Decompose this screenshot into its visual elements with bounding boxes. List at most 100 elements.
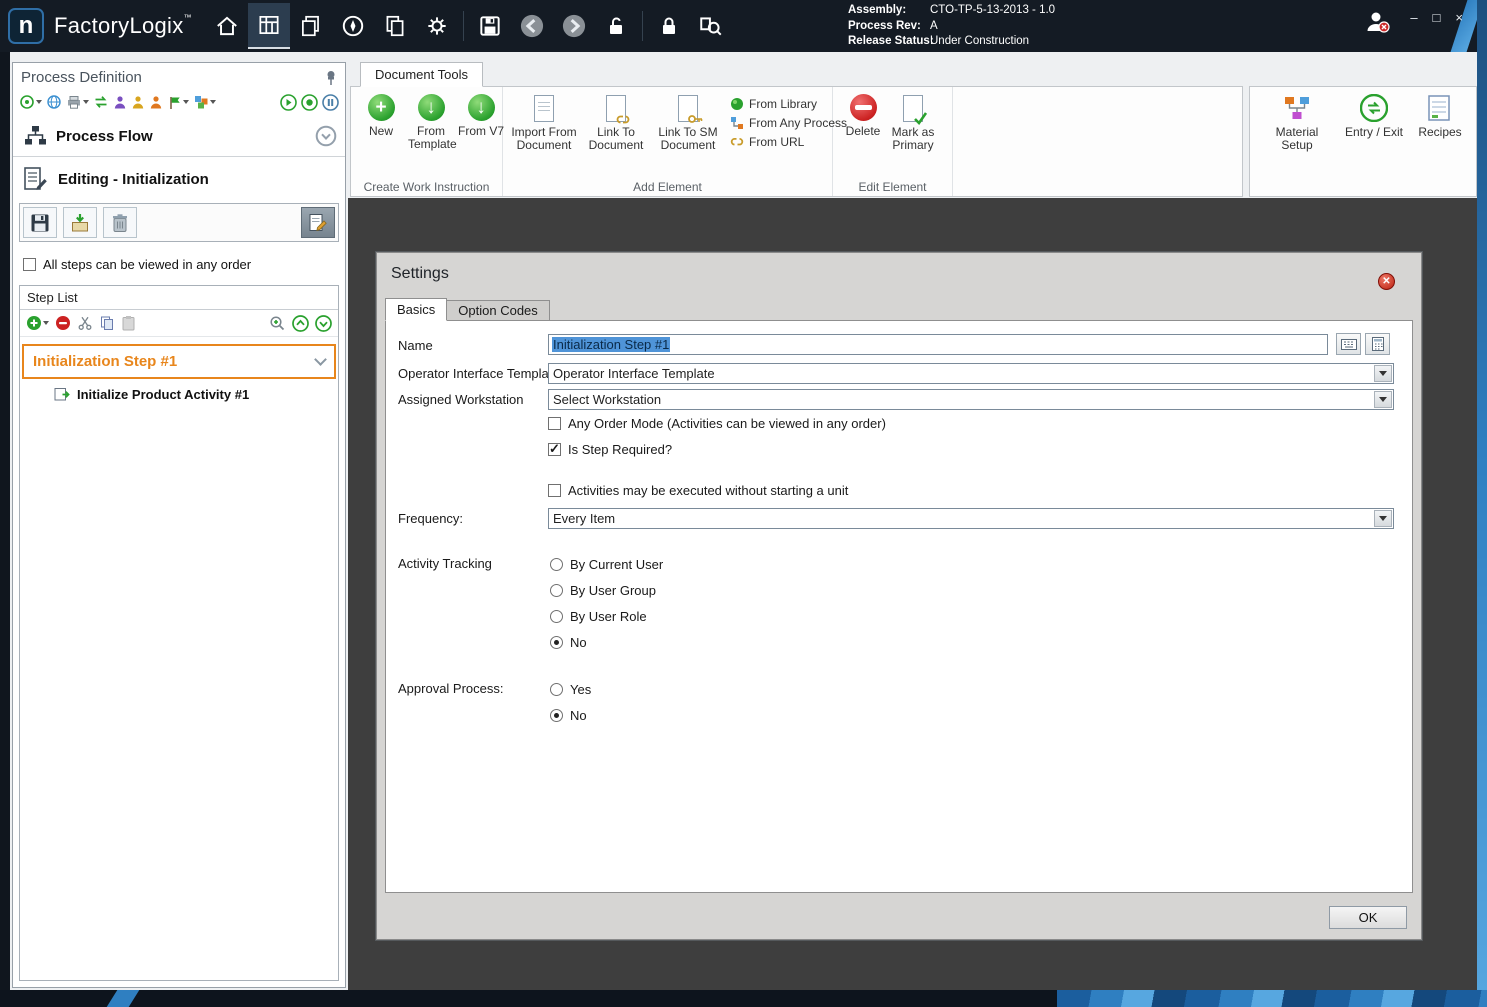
activity-by-user-role-radio[interactable] [550,610,563,623]
user-orange-icon[interactable] [149,93,163,111]
gear-icon[interactable] [416,3,458,49]
approval-yes-row: Yes [550,682,591,697]
compass-icon[interactable] [332,3,374,49]
collapse-circle-icon[interactable] [315,125,337,147]
move-down-icon[interactable] [315,314,332,332]
assigned-workstation-combobox[interactable]: Select Workstation [548,389,1394,410]
link-to-sm-document-button[interactable]: Link To SM Document [652,94,724,152]
copy-icon[interactable] [99,314,115,332]
record-circle-icon[interactable] [301,93,318,111]
user-logout-icon[interactable] [1363,8,1391,36]
any-order-mode-label: Any Order Mode (Activities can be viewed… [568,416,886,431]
step-list: Step List Initialization Step #1 [19,285,339,981]
user-purple-icon[interactable] [113,93,127,111]
documents-icon[interactable] [374,3,416,49]
activity-by-current-user-radio[interactable] [550,558,563,571]
flag-icon[interactable] [167,93,189,111]
any-order-mode-checkbox[interactable] [548,417,561,430]
from-library-button[interactable]: From Library [730,97,847,111]
chevron-down-icon[interactable] [314,353,327,366]
pause-circle-icon[interactable] [322,93,339,111]
user-gold-icon[interactable] [131,93,145,111]
activities-without-unit-checkbox[interactable] [548,484,561,497]
from-any-process-button[interactable]: From Any Process [730,116,847,130]
dialog-close-icon[interactable]: ✕ [1378,273,1395,290]
approval-no-radio[interactable] [550,709,563,722]
process-flow-item[interactable]: Process Flow [13,116,345,156]
name-input[interactable]: Initialization Step #1 [548,334,1328,355]
activity-item-initialize-product[interactable]: Initialize Product Activity #1 [20,381,338,407]
new-button[interactable]: + New [356,94,406,138]
unlock-icon[interactable] [595,3,637,49]
pin-icon[interactable] [325,70,337,86]
close-button[interactable]: × [1455,10,1463,25]
mark-as-primary-button[interactable]: Mark as Primary [888,94,938,152]
approval-no-label: No [570,708,587,723]
name-input-selected-text: Initialization Step #1 [552,337,670,352]
add-step-icon[interactable] [26,314,49,332]
operator-interface-template-combobox[interactable]: Operator Interface Template [548,363,1394,384]
minimize-button[interactable]: – [1410,10,1417,25]
back-icon[interactable] [511,3,553,49]
bottom-accent-stripes [1057,990,1487,1007]
delete-element-button[interactable]: Delete [838,94,888,138]
cube-icon[interactable] [193,93,216,111]
frequency-combobox[interactable]: Every Item [548,508,1394,529]
tab-document-tools[interactable]: Document Tools [360,62,483,87]
step-item-initialization[interactable]: Initialization Step #1 [22,344,336,379]
dropdown-arrow-icon[interactable] [1374,510,1392,527]
entry-exit-button[interactable]: Entry / Exit [1338,94,1410,179]
client-area: Process Definition Process Flow [10,52,1477,990]
activity-by-user-group-radio[interactable] [550,584,563,597]
cut-icon[interactable] [77,314,93,332]
sync-icon[interactable] [93,93,109,111]
activity-tracking-label: Activity Tracking [398,556,492,571]
link-to-document-button[interactable]: Link To Document [580,94,652,152]
audit-search-icon[interactable] [690,3,732,49]
dropdown-arrow-icon[interactable] [1374,391,1392,408]
activity-no-radio[interactable] [550,636,563,649]
keyboard-button[interactable] [1336,333,1361,355]
home-icon[interactable] [206,3,248,49]
edit-work-instruction-button[interactable] [301,207,335,238]
play-circle-icon[interactable] [280,93,297,111]
maximize-button[interactable]: □ [1433,10,1441,25]
save-step-button[interactable] [23,207,57,238]
process-stack-icon[interactable] [290,3,332,49]
library-globe-icon [730,97,744,111]
remove-step-icon[interactable] [55,314,71,332]
window-bottom-bar [0,990,1487,1007]
app-logo-letter: n [19,12,34,40]
view-options-icon[interactable] [19,93,42,111]
delete-step-button[interactable] [103,207,137,238]
paste-icon[interactable] [121,314,136,332]
all-steps-any-order-checkbox[interactable] [23,258,36,271]
process-editor-icon[interactable] [248,3,290,49]
is-step-required-checkbox[interactable] [548,443,561,456]
from-url-button[interactable]: From URL [730,135,847,149]
lock-icon[interactable] [648,3,690,49]
editing-button-bar [19,203,339,242]
dropdown-arrow-icon[interactable] [1374,365,1392,382]
globe-icon[interactable] [46,93,62,111]
import-step-button[interactable] [63,207,97,238]
tab-option-codes[interactable]: Option Codes [447,300,550,321]
ok-button[interactable]: OK [1329,906,1407,929]
recipes-button[interactable]: Recipes [1415,94,1465,179]
forward-icon[interactable] [553,3,595,49]
save-icon[interactable] [469,3,511,49]
from-template-button[interactable]: ↓ From Template [406,94,456,151]
activity-no-label: No [570,635,587,650]
approval-yes-radio[interactable] [550,683,563,696]
material-setup-button[interactable]: Material Setup [1261,94,1333,179]
activity-by-current-user-row: By Current User [550,557,663,572]
window-right-accent [1477,0,1487,1007]
tab-basics[interactable]: Basics [385,298,447,321]
print-icon[interactable] [66,93,89,111]
from-v7-button[interactable]: ↓ From V7 [456,94,506,138]
panel-toolbar [13,88,345,116]
import-from-document-button[interactable]: Import From Document [508,94,580,152]
keypad-button[interactable] [1365,333,1390,355]
zoom-add-icon[interactable] [269,314,286,332]
move-up-icon[interactable] [292,314,309,332]
